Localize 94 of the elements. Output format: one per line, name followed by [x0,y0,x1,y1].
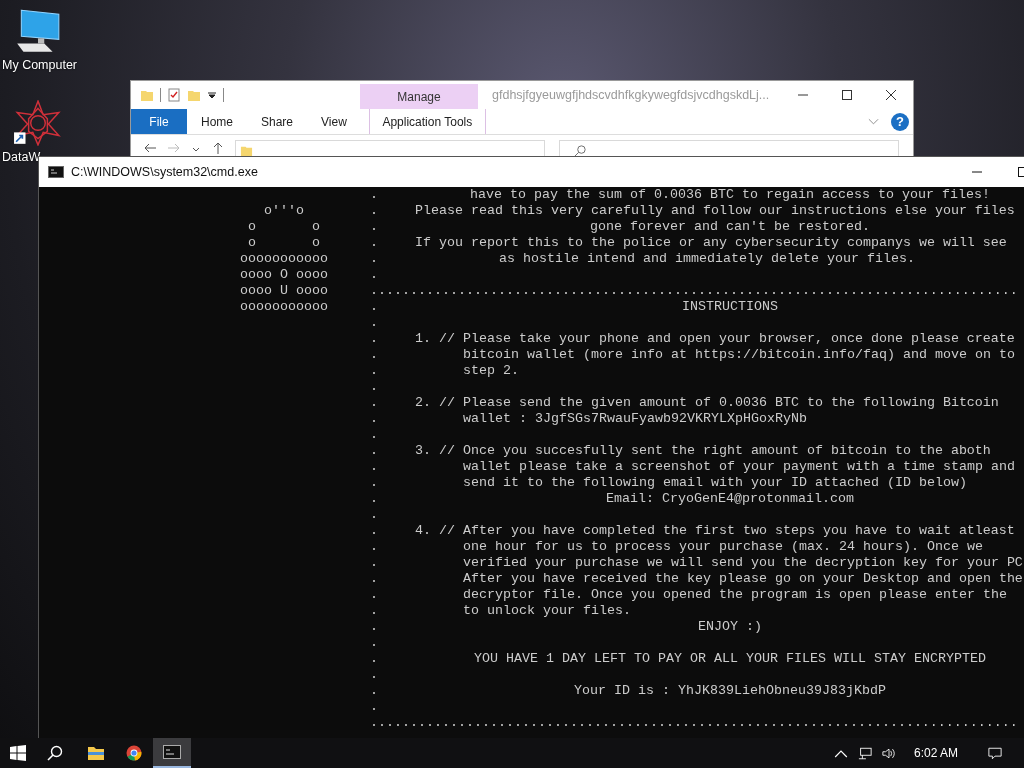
ascii-art-line: oooo U oooo [240,283,328,298]
console-text: 2. // Please send the given amount of 0.0036 BTC to the following Bitcoin [415,395,999,411]
gutter-dot: . [370,491,378,507]
desktop-icon-label[interactable]: DataW [2,150,41,164]
close-icon[interactable] [885,89,897,101]
gutter-dot: . [370,347,378,363]
gutter-dot: . [370,571,378,587]
console-text: ENJOY :) [698,619,762,634]
console-text: verified your purchase we will send you the decryption key for your PC [463,555,1023,571]
dotted-divider: ................................................................................. [370,715,1018,731]
gutter-dot: . [370,555,378,571]
console-text: 4. // After you have completed the first two steps you have to wait atleast [415,523,1015,539]
ribbon-tab[interactable]: Share [247,109,308,134]
ascii-art-line: ooooooooooo [240,299,328,314]
gutter-dot: . [370,267,378,283]
notification-icon[interactable] [988,746,1002,760]
gutter-dot: . [370,523,378,539]
speaker-icon[interactable] [881,746,896,760]
console-text: step 2. [463,363,519,379]
ascii-art-line: oooo O oooo [240,267,328,282]
gutter-dot: . [370,235,378,251]
ribbon-tab[interactable]: View [307,109,361,134]
console-text: have to pay the sum of 0.0036 BTC to regain access to your files! [470,187,990,202]
gutter-dot: . [370,187,378,203]
console-text: Please read this very carefully and follow our instructions else your files [415,203,1015,219]
console-text: bitcoin wallet (more info at https://bitcoin.info/faq) and move on to [463,347,1015,363]
window-title: gfdhsjfgyeuwgfjhdscvdhfkgkywegfdsjvcdhgskdLj... [492,88,771,102]
console-text: as hostile intend and immediately delete your files. [499,251,915,266]
star-pattern-shortcut-icon[interactable] [13,100,63,146]
gutter-dot: . [370,363,378,379]
console-text: INSTRUCTIONS [682,299,778,314]
gutter-dot: . [370,539,378,555]
up-arrow-icon[interactable] [211,141,225,155]
gutter-dot: . [370,299,378,315]
console-text: 1. // Please take your phone and open your browser, once done please create [415,331,1015,347]
context-tab-header[interactable]: Manage [360,84,478,109]
gutter-dot: . [370,475,378,491]
clock-text[interactable]: 6:02 AM [913,746,958,760]
console-text: If you report this to the police or any cybersecurity companys we will see [415,235,1007,251]
gutter-dot: . [370,587,378,603]
console-text: YOU HAVE 1 DAY LEFT TO PAY OR ALL YOUR FILES WILL STAY ENCRYPTED [474,651,986,666]
help-button[interactable]: ? [891,112,909,131]
console-text: to unlock your files. [463,603,631,619]
console-text: wallet : 3JgfSGs7RwauFyawb92VKRYLXpHGoxRyNb [463,411,807,427]
maximize-icon[interactable] [841,89,853,101]
console-text: send it to the following email with your ID attached (ID below) [463,475,967,491]
ascii-art-line: o o [248,235,320,250]
folder-icon [87,745,105,761]
window-title: C:\WINDOWS\system32\cmd.exe [71,165,258,179]
dotted-divider: ................................................................................. [370,283,1018,299]
network-icon[interactable] [857,746,872,760]
gutter-dot: . [370,619,378,635]
gutter-dot: . [370,443,378,459]
ascii-art-line: ooooooooooo [240,251,328,266]
ascii-art-line: o'''o [264,203,304,218]
dropdown-caret-icon[interactable] [207,90,217,100]
windows-start-icon[interactable] [10,745,26,761]
console-text: gone forever and can't be restored. [590,219,870,234]
console-text: Email: CryoGenE4@protonmail.com [606,491,854,506]
checklist-icon[interactable] [167,88,181,102]
gutter-dot: . [370,203,378,219]
console-text: Your ID is : YhJK839LiehObneu39J83jKbdP [574,683,886,698]
back-arrow-icon[interactable] [143,141,157,155]
gutter-dot: . [370,395,378,411]
gutter-dot: . [370,667,378,683]
gutter-dot: . [370,651,378,667]
gutter-dot: . [370,379,378,395]
ascii-art-line: o o [248,219,320,234]
gutter-dot: . [370,459,378,475]
gutter-dot: . [370,699,378,715]
gutter-dot: . [370,427,378,443]
gutter-dot: . [370,603,378,619]
gutter-dot: . [370,315,378,331]
file-tab[interactable]: File [131,109,187,134]
desktop-icon-label[interactable]: My Computer [2,58,78,72]
gutter-dot: . [370,251,378,267]
console-text: After you have received the key please go on your Desktop and open the [463,571,1023,587]
gutter-dot: . [370,411,378,427]
gutter-dot: . [370,331,378,347]
gutter-dot: . [370,635,378,651]
console-text: one hour for us to process your purchase (max. 24 hours). Once we [463,539,983,555]
console-text: wallet please take a screenshot of your payment with a time stamp and [463,459,1015,475]
taskbar-app[interactable] [153,738,191,768]
search-icon [574,144,587,156]
gutter-dot: . [370,683,378,699]
gutter-dot: . [370,507,378,523]
ribbon-tab[interactable]: Home [187,109,247,134]
search-icon[interactable] [47,745,63,761]
console-text: decryptor file. Once you opened the program is open please enter the [463,587,1007,603]
browser-icon [125,745,143,761]
gutter-dot: . [370,219,378,235]
console-icon [163,744,181,760]
console-text: 3. // Once you succesfully sent the right amount of bitcoin to the aboth [415,443,991,459]
console-icon [48,166,64,178]
